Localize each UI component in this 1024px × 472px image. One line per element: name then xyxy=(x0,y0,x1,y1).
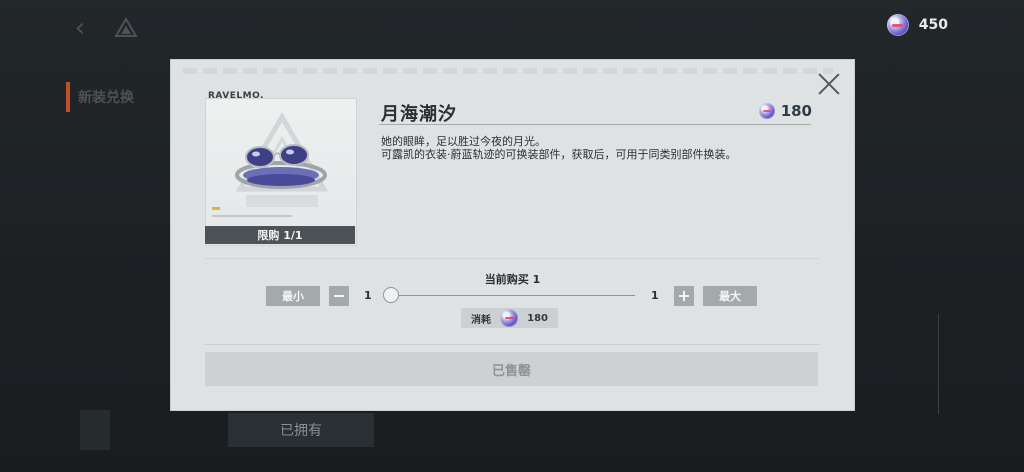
accent-stripe xyxy=(212,207,220,210)
back-arrow-icon[interactable]: ‹ xyxy=(66,14,94,42)
sidebar-item-label: 新装兑换 xyxy=(78,90,134,106)
price-value: 180 xyxy=(780,102,812,120)
item-title: 月海潮汐 xyxy=(381,104,457,125)
cost-value: 180 xyxy=(527,312,548,324)
max-quantity-button[interactable]: 最大 xyxy=(703,286,757,306)
item-preview-card: RAVELMO. xyxy=(205,91,357,246)
divider xyxy=(205,258,819,259)
min-quantity-button[interactable]: 最小 xyxy=(266,286,320,306)
increase-button[interactable] xyxy=(674,286,694,306)
divider xyxy=(938,314,939,414)
purchase-dialog: RAVELMO. 限购 1/1 月海潮汐 180 她的眼眸，足以胜过今夜的月光。… xyxy=(171,60,854,410)
owned-button[interactable]: 已拥有 xyxy=(228,413,374,447)
item-price: 180 xyxy=(758,102,812,120)
decorative-strip xyxy=(183,68,833,74)
home-icon[interactable] xyxy=(114,16,138,40)
sidebar-item-new-outfit-exchange[interactable]: 新装兑换 xyxy=(66,80,134,114)
minus-icon xyxy=(334,295,344,297)
item-description: 她的眼眸，足以胜过今夜的月光。 可露凯的衣装·蔚蓝轨迹的可换装部件，获取后，可用… xyxy=(381,135,821,161)
cost-label: 消耗 xyxy=(471,314,491,326)
divider xyxy=(205,344,819,345)
background-card xyxy=(80,410,110,450)
active-indicator xyxy=(66,82,70,112)
currency-display: 450 xyxy=(886,14,948,36)
fine-print-line xyxy=(212,215,292,217)
close-icon[interactable] xyxy=(817,72,841,96)
description-line: 她的眼眸，足以胜过今夜的月光。 xyxy=(381,135,546,148)
coin-icon xyxy=(886,14,909,36)
sold-out-button[interactable]: 已售罄 xyxy=(205,352,818,386)
brand-logo: RAVELMO. xyxy=(208,91,264,101)
quantity-slider-handle[interactable] xyxy=(383,287,399,303)
description-line: 可露凯的衣装·蔚蓝轨迹的可换装部件，获取后，可用于同类别部件换装。 xyxy=(381,148,737,161)
quantity-max-value: 1 xyxy=(651,289,659,302)
decrease-button[interactable] xyxy=(329,286,349,306)
quantity-slider-track[interactable] xyxy=(386,295,635,296)
coin-icon xyxy=(500,309,519,327)
current-purchase-count: 当前购买 1 xyxy=(484,273,541,286)
purchase-limit-label: 限购 1/1 xyxy=(205,226,355,244)
sunglasses-item-icon xyxy=(235,144,327,189)
plus-icon-vertical xyxy=(683,291,685,301)
cost-display: 消耗 180 xyxy=(461,308,558,328)
coin-icon xyxy=(758,103,775,119)
title-divider xyxy=(379,124,811,125)
currency-amount: 450 xyxy=(918,17,948,33)
quantity-min-value: 1 xyxy=(364,289,372,302)
